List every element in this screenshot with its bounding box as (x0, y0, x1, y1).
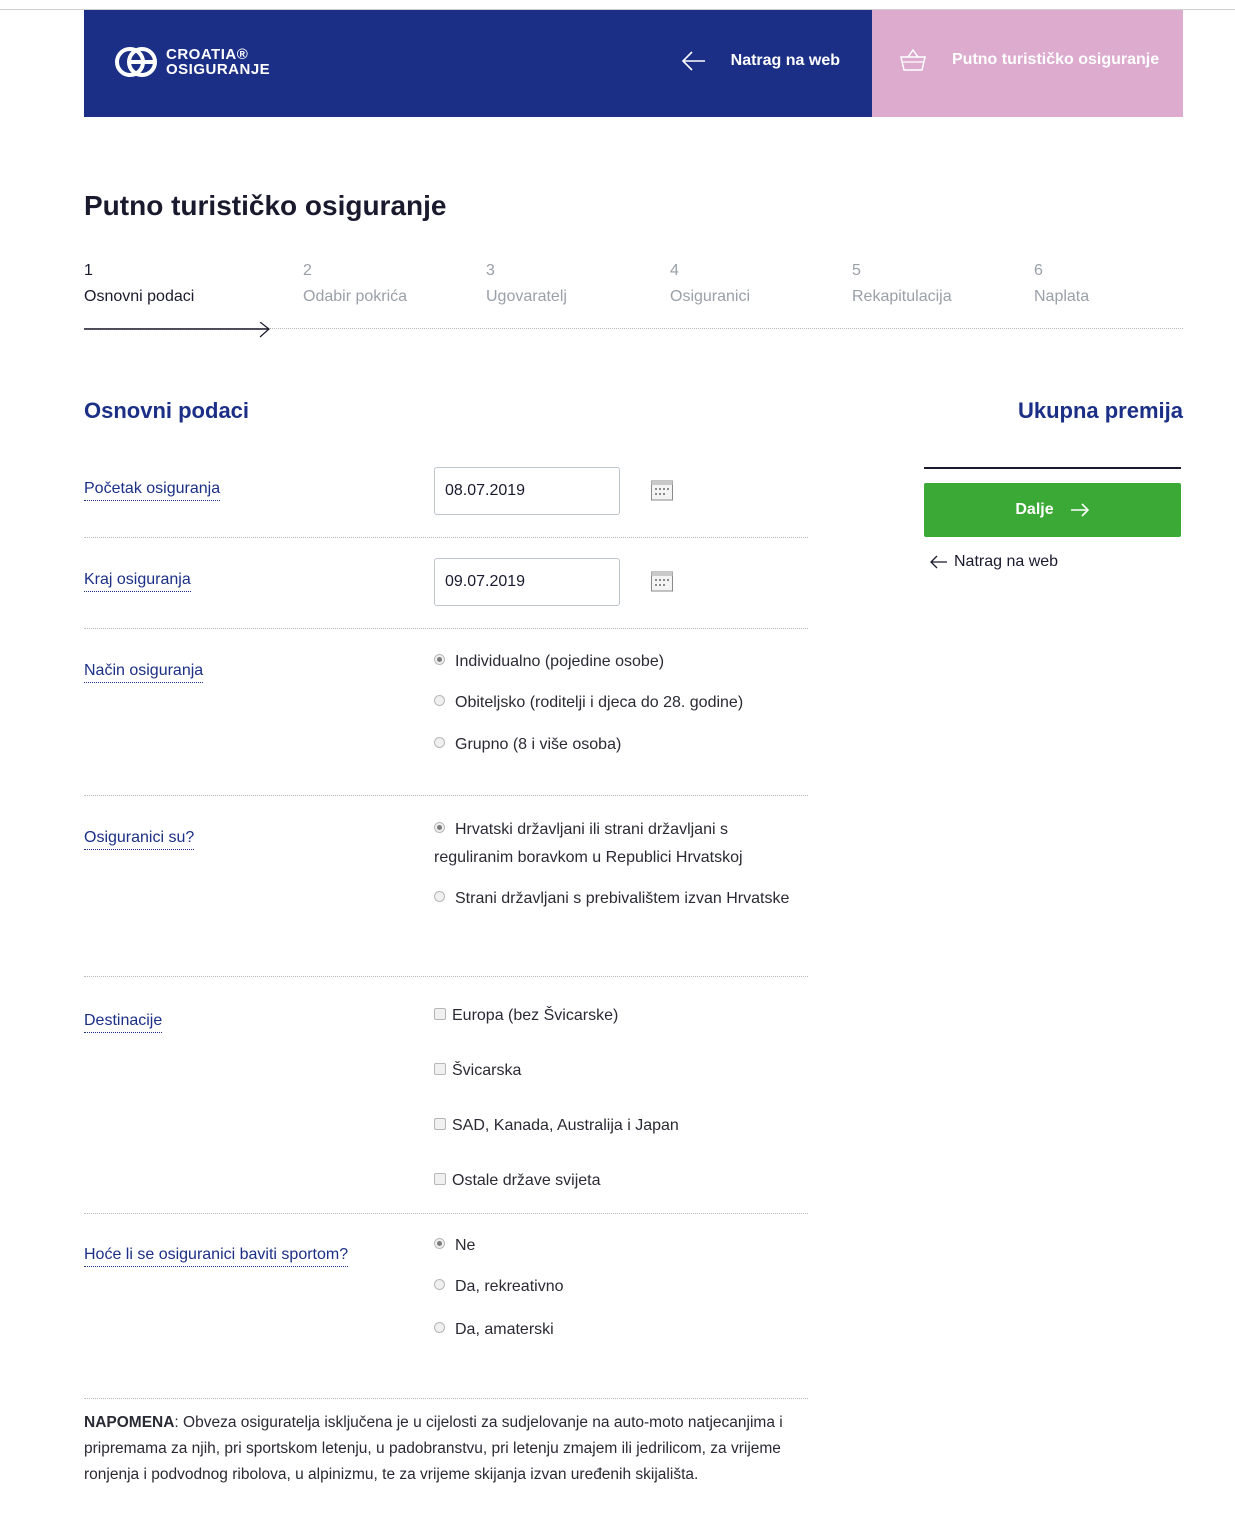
header-back-link[interactable]: Natrag na web (681, 48, 840, 74)
step-4[interactable]: 4 Osiguranici (670, 262, 750, 306)
insurance-mode-label[interactable]: Način osiguranja (84, 662, 204, 683)
option-label: Ne (455, 1237, 476, 1254)
checkbox-icon[interactable] (434, 1062, 446, 1075)
row-divider (84, 976, 808, 977)
destination-other[interactable]: Ostale države svijeta (434, 1167, 601, 1195)
start-date-label[interactable]: Početak osiguranja (84, 480, 221, 501)
logo-icon (115, 47, 157, 77)
arrow-left-icon (930, 555, 947, 569)
step-2[interactable]: 2 Odabir pokrića (303, 262, 407, 306)
header-bar: CROATIA® OSIGURANJE Natrag na web (84, 10, 872, 117)
option-label: Da, amaterski (455, 1321, 554, 1338)
premium-divider (924, 467, 1181, 469)
radio-icon[interactable] (434, 737, 445, 749)
checkbox-icon[interactable] (434, 1172, 446, 1185)
option-label: Grupno (8 i više osoba) (455, 736, 622, 753)
cart-label: Putno turističko osiguranje (952, 51, 1160, 68)
step-label: Osnovni podaci (84, 288, 195, 305)
radio-selected-icon[interactable] (434, 654, 445, 666)
cart-button[interactable]: Putno turističko osiguranje (872, 10, 1183, 117)
option-label: Da, rekreativno (455, 1278, 564, 1295)
row-divider (84, 1213, 808, 1214)
option-label: Ostale države svijeta (452, 1172, 601, 1189)
step-number: 4 (670, 262, 679, 279)
checkbox-icon[interactable] (434, 1007, 446, 1020)
end-date-label[interactable]: Kraj osiguranja (84, 571, 191, 592)
radio-icon[interactable] (434, 891, 445, 903)
page-title: Putno turističko osiguranje (84, 190, 447, 221)
sidebar-back-label: Natrag na web (954, 553, 1059, 570)
row-divider (84, 1398, 808, 1399)
radio-selected-icon[interactable] (434, 1238, 445, 1250)
sidebar-back-link[interactable]: Natrag na web (930, 553, 1058, 571)
logo-line1: CROATIA® (166, 46, 249, 63)
step-label: Osiguranici (670, 288, 751, 305)
radio-selected-icon[interactable] (434, 822, 445, 834)
progress-steps: 1 Osnovni podaci 2 Odabir pokrića 3 Ugov… (84, 262, 1183, 342)
sport-option-amateur[interactable]: Da, amaterski (434, 1316, 554, 1344)
end-date-input[interactable] (434, 558, 620, 606)
insured-option-croatian[interactable]: Hrvatski državljani ili strani državljan… (434, 816, 808, 872)
step-number: 2 (303, 262, 312, 279)
step-5[interactable]: 5 Rekapitulacija (852, 262, 952, 306)
step-1[interactable]: 1 Osnovni podaci (84, 262, 194, 306)
insured-label[interactable]: Osiguranici su? (84, 829, 195, 850)
row-divider (84, 537, 808, 538)
logo-line2: OSIGURANJE (166, 61, 271, 78)
arrow-left-icon (681, 51, 705, 71)
header-back-label: Natrag na web (730, 52, 840, 69)
mode-option-group[interactable]: Grupno (8 i više osoba) (434, 731, 621, 759)
calendar-icon[interactable] (650, 569, 674, 593)
checkbox-icon[interactable] (434, 1117, 446, 1130)
note-prefix: NAPOMENA (84, 1414, 175, 1431)
mode-option-family[interactable]: Obiteljsko (roditelji i djeca do 28. god… (434, 689, 743, 717)
row-divider (84, 795, 808, 796)
premium-title: Ukupna premija (1017, 398, 1183, 423)
mode-option-individual[interactable]: Individualno (pojedine osobe) (434, 648, 664, 676)
step-label: Naplata (1034, 288, 1090, 305)
disclaimer-note: NAPOMENA: Obveza osiguratelja isključena… (84, 1410, 808, 1488)
section-title: Osnovni podaci (84, 398, 250, 423)
calendar-icon[interactable] (650, 478, 674, 502)
step-number: 1 (84, 262, 93, 279)
option-label: Hrvatski državljani ili strani državljan… (434, 821, 743, 866)
option-label: SAD, Kanada, Australija i Japan (452, 1117, 679, 1134)
step-label: Ugovaratelj (486, 288, 567, 305)
step-label: Rekapitulacija (852, 288, 952, 305)
logo[interactable]: CROATIA® OSIGURANJE (114, 45, 270, 79)
option-label: Obiteljsko (roditelji i djeca do 28. god… (455, 694, 744, 711)
destination-europe[interactable]: Europa (bez Švicarske) (434, 1002, 618, 1030)
option-label: Švicarska (452, 1062, 522, 1079)
site-header: CROATIA® OSIGURANJE Natrag na web Putno … (84, 10, 1183, 117)
destination-switzerland[interactable]: Švicarska (434, 1057, 521, 1085)
sport-option-no[interactable]: Ne (434, 1232, 475, 1260)
step-number: 5 (852, 262, 861, 279)
step-3[interactable]: 3 Ugovaratelj (486, 262, 567, 306)
option-label: Individualno (pojedine osobe) (455, 653, 665, 670)
sport-label[interactable]: Hoće li se osiguranici baviti sportom? (84, 1246, 349, 1267)
option-label: Strani državljani s prebivalištem izvan … (455, 890, 790, 907)
insured-option-foreign[interactable]: Strani državljani s prebivalištem izvan … (434, 885, 808, 913)
step-number: 6 (1034, 262, 1043, 279)
row-divider (84, 628, 808, 629)
step-6[interactable]: 6 Naplata (1034, 262, 1089, 306)
radio-icon[interactable] (434, 695, 445, 707)
active-step-arrow-icon (84, 322, 270, 338)
basket-icon (900, 48, 926, 71)
next-button-label: Dalje (1015, 501, 1054, 518)
sport-option-recreational[interactable]: Da, rekreativno (434, 1273, 564, 1301)
step-number: 3 (486, 262, 495, 279)
step-label: Odabir pokrića (303, 288, 408, 305)
radio-icon[interactable] (434, 1322, 445, 1334)
arrow-right-icon (1070, 503, 1089, 517)
destination-usa[interactable]: SAD, Kanada, Australija i Japan (434, 1112, 679, 1140)
option-label: Europa (bez Švicarske) (452, 1007, 619, 1024)
start-date-input[interactable] (434, 467, 620, 515)
destinations-label[interactable]: Destinacije (84, 1012, 163, 1033)
note-text: : Obveza osiguratelja isključena je u ci… (84, 1414, 783, 1483)
next-button[interactable]: Dalje (924, 483, 1181, 537)
logo-text: CROATIA® OSIGURANJE (166, 47, 270, 77)
radio-icon[interactable] (434, 1279, 445, 1291)
